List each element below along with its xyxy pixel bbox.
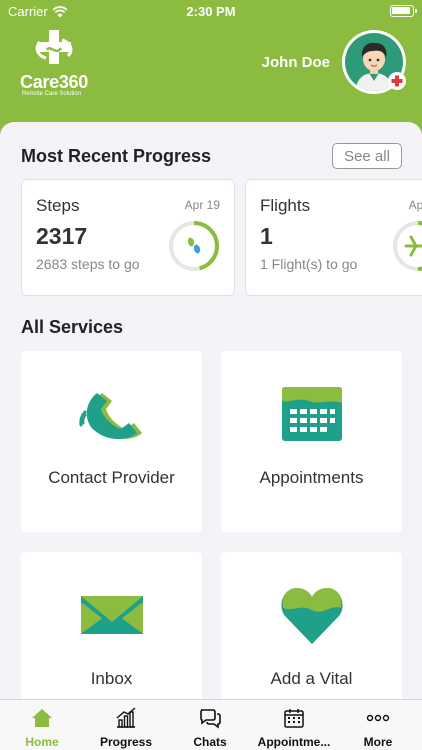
tab-label: Progress [99,735,153,749]
heart-icon [281,588,343,644]
calendar-icon [284,709,304,728]
tab-bar: Home Progress Chats Appointme... More [0,699,422,750]
battery-level [392,7,410,14]
tab-home[interactable]: Home [0,700,84,750]
service-add-vital[interactable]: Add a Vital [221,552,402,699]
tab-appointments[interactable]: Appointme... [252,700,336,750]
see-all-button[interactable]: See all [332,143,402,169]
tab-label: Appointme... [257,735,331,749]
progress-ring [393,221,422,271]
user-name: John Doe [261,54,330,71]
tab-chats[interactable]: Chats [168,700,252,750]
service-inbox[interactable]: Inbox [21,552,202,699]
all-services-title: All Services [21,317,124,337]
tab-label: Home [25,735,59,749]
care360-logo-icon [35,30,73,64]
service-label: Add a Vital [270,669,353,688]
chart-icon [116,707,136,728]
clock: 2:30 PM [186,4,236,19]
brand-tagline: Remote Care Solution [22,91,82,97]
service-appointments[interactable]: Appointments [221,351,402,532]
envelope-icon [81,596,143,634]
progress-card-value: 2317 [36,223,88,249]
progress-card-remaining: 2683 steps to go [36,256,140,272]
brand-name: Care360 [20,72,88,92]
tab-label: Chats [193,735,227,749]
progress-card-flights[interactable]: Flights 1 1 Flight(s) to go Apr 19 [245,179,422,296]
status-bar: Carrier 2:30 PM [0,0,422,24]
brand-logo[interactable]: Care360 Remote Care Solution [18,28,98,98]
progress-card-remaining: 1 Flight(s) to go [260,256,358,272]
home-icon [32,709,52,727]
progress-card-steps[interactable]: Steps 2317 2683 steps to go Apr 19 [21,179,235,296]
tab-more[interactable]: More [336,700,420,750]
progress-card-date: Apr 19 [184,198,220,212]
user-avatar[interactable] [342,30,406,94]
tab-progress[interactable]: Progress [84,700,168,750]
progress-ring [169,221,219,271]
medical-cross-icon [388,72,406,90]
service-label: Contact Provider [48,468,175,487]
tab-label: More [363,735,393,749]
battery-icon [390,5,417,17]
service-label: Appointments [259,468,364,487]
phone-icon [79,393,142,440]
progress-card-value: 1 [260,223,273,249]
service-label: Inbox [90,669,133,688]
more-dots-icon [366,714,390,722]
progress-card-date: Apr 19 [408,198,422,212]
chat-bubbles-icon [200,709,221,729]
progress-card-title: Steps [36,196,80,215]
progress-card-title: Flights [260,196,311,215]
app-header: Care360 Remote Care Solution John Doe [0,24,422,124]
main-content[interactable]: Most Recent Progress See all Steps 2317 … [0,122,422,699]
calendar-icon [282,387,342,441]
service-contact-provider[interactable]: Contact Provider [21,351,202,532]
recent-progress-title: Most Recent Progress [21,146,212,166]
